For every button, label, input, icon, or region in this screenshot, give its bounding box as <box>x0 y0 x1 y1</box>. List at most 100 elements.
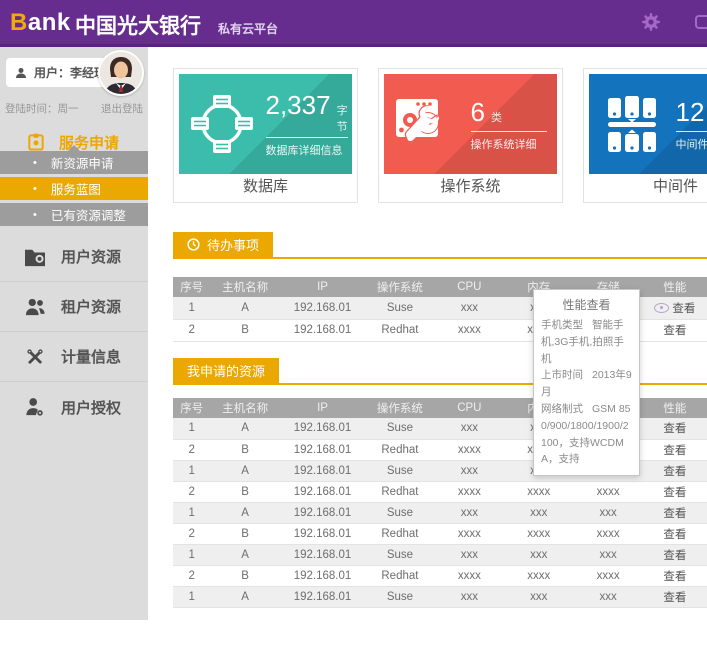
submenu-item-label: 服务蓝图 <box>51 179 101 198</box>
sidebar: 用户：李经理 登陆时间：周一 退出登陆 服务申请 <box>0 47 148 620</box>
clock-icon <box>187 238 200 251</box>
cell-no: 2 <box>173 439 210 460</box>
col-os: 操作系统 <box>365 277 434 297</box>
os-card-label: 操作系统 <box>379 175 562 196</box>
view-link-label: 查看 <box>663 508 686 520</box>
sidebar-item-tenant-resources[interactable]: 租户资源 <box>0 282 148 332</box>
cell-storage: xxxx <box>573 481 642 502</box>
view-link[interactable]: 查看 <box>643 502 707 523</box>
eye-icon <box>654 303 669 313</box>
user-name-label: 用户：李经理 <box>34 64 106 81</box>
submenu-item-label: 新资源申请 <box>51 153 114 172</box>
submenu-item[interactable]: 服务蓝图 <box>0 177 148 200</box>
view-link[interactable]: 查看 <box>643 565 707 586</box>
top-bar: Bank 中国光大银行 私有云平台 <box>0 0 707 47</box>
sidebar-item-metering-info[interactable]: 计量信息 <box>0 332 148 382</box>
sidebar-item-user-resources[interactable]: 用户资源 <box>0 232 148 282</box>
cell-no: 1 <box>173 544 210 565</box>
cell-cpu: xxx <box>435 460 504 481</box>
cell-os: Redhat <box>365 523 434 544</box>
service-submenu: 新资源申请 服务蓝图 已有资源调整 <box>0 151 148 229</box>
cell-no: 2 <box>173 481 210 502</box>
cell-host: A <box>210 297 279 319</box>
tab-todo[interactable]: 待办事项 <box>173 232 273 257</box>
col-host: 主机名称 <box>210 398 279 418</box>
col-perf: 性能 <box>643 277 707 297</box>
col-ip: IP <box>280 277 365 297</box>
gear-icon[interactable] <box>641 12 661 32</box>
submenu-item[interactable]: 已有资源调整 <box>0 203 148 226</box>
sidebar-item-user-auth[interactable]: 用户授权 <box>0 382 148 432</box>
cell-no: 1 <box>173 418 210 439</box>
logo-letter: B <box>10 9 28 36</box>
view-link[interactable]: 查看 <box>643 297 707 319</box>
cell-os: Suse <box>365 586 434 607</box>
cell-ip: 192.168.01 <box>280 481 365 502</box>
cell-os: Redhat <box>365 319 434 341</box>
cell-ip: 192.168.01 <box>280 523 365 544</box>
tab-my-resources[interactable]: 我申请的资源 <box>173 358 279 383</box>
view-link[interactable]: 查看 <box>643 439 707 460</box>
tooltip-title: 性能查看 <box>541 296 632 313</box>
bank-logo: Bank <box>10 9 71 37</box>
col-perf: 性能 <box>643 398 707 418</box>
view-link[interactable]: 查看 <box>643 481 707 502</box>
cell-ip: 192.168.01 <box>280 544 365 565</box>
database-card: 2,337 字节 数据库详细信息 数据库 <box>173 68 358 203</box>
view-link-label: 查看 <box>672 303 695 315</box>
cell-storage: xxx <box>573 502 642 523</box>
sidebar-item-label: 用户资源 <box>61 246 121 267</box>
message-icon[interactable] <box>695 15 707 29</box>
middleware-card-label: 中间件 <box>584 175 707 196</box>
view-link[interactable]: 查看 <box>643 586 707 607</box>
app-window: Bank 中国光大银行 私有云平台 用户：李经理 <box>0 0 707 648</box>
table-row: 2 B 192.168.01 Redhat xxxx xxxx xxxx 查看 <box>173 523 707 544</box>
users-icon <box>24 297 46 317</box>
table-row: 1 A 192.168.01 Suse xxx xxx xxx 查看 <box>173 586 707 607</box>
cell-mem: xxxx <box>504 481 573 502</box>
view-link-label: 查看 <box>663 592 686 604</box>
col-os: 操作系统 <box>365 398 434 418</box>
user-icon <box>15 67 27 79</box>
os-desc: 操作系统详细 <box>471 136 548 152</box>
view-link[interactable]: 查看 <box>643 544 707 565</box>
login-info-row: 登陆时间：周一 退出登陆 <box>5 101 143 116</box>
table-row: 2 B 192.168.01 Redhat xxxx xxxx xxxx 查看 <box>173 565 707 586</box>
os-card-body[interactable]: 6 类 操作系统详细 <box>384 74 557 174</box>
view-link[interactable]: 查看 <box>643 418 707 439</box>
view-link[interactable]: 查看 <box>643 460 707 481</box>
cell-os: Suse <box>365 460 434 481</box>
database-desc: 数据库详细信息 <box>266 142 348 158</box>
cell-os: Redhat <box>365 565 434 586</box>
tooltip-line: 网络制式GSM 850/900/1800/1900/2100，支持WCDMA，支… <box>541 401 632 468</box>
logout-link[interactable]: 退出登陆 <box>101 101 143 116</box>
submenu-item[interactable]: 新资源申请 <box>0 151 148 174</box>
sidebar-item-label: 租户资源 <box>61 296 121 317</box>
view-link-label: 查看 <box>663 445 686 457</box>
view-link-label: 查看 <box>663 325 686 337</box>
database-unit: 字节 <box>337 102 348 134</box>
middleware-desc: 中间件 <box>676 136 707 152</box>
cell-mem: xxx <box>504 544 573 565</box>
sidebar-item-label: 计量信息 <box>61 346 121 367</box>
database-card-body[interactable]: 2,337 字节 数据库详细信息 <box>179 74 352 174</box>
cell-storage: xxxx <box>573 565 642 586</box>
view-link-label: 查看 <box>663 423 686 435</box>
cell-cpu: xxx <box>435 544 504 565</box>
service-box-icon <box>26 132 46 152</box>
cell-no: 1 <box>173 297 210 319</box>
database-cluster-icon <box>179 91 266 157</box>
cell-cpu: xxxx <box>435 439 504 460</box>
cell-host: B <box>210 481 279 502</box>
middleware-card-body[interactable]: 12 中间件 <box>589 74 707 174</box>
cell-mem: xxx <box>504 586 573 607</box>
col-ip: IP <box>280 398 365 418</box>
middleware-icon <box>589 92 676 156</box>
view-link-label: 查看 <box>663 487 686 499</box>
cell-host: A <box>210 502 279 523</box>
cell-cpu: xxxx <box>435 523 504 544</box>
cell-host: A <box>210 544 279 565</box>
view-link[interactable]: 查看 <box>643 319 707 341</box>
view-link[interactable]: 查看 <box>643 523 707 544</box>
submenu-item-label: 已有资源调整 <box>51 205 126 224</box>
